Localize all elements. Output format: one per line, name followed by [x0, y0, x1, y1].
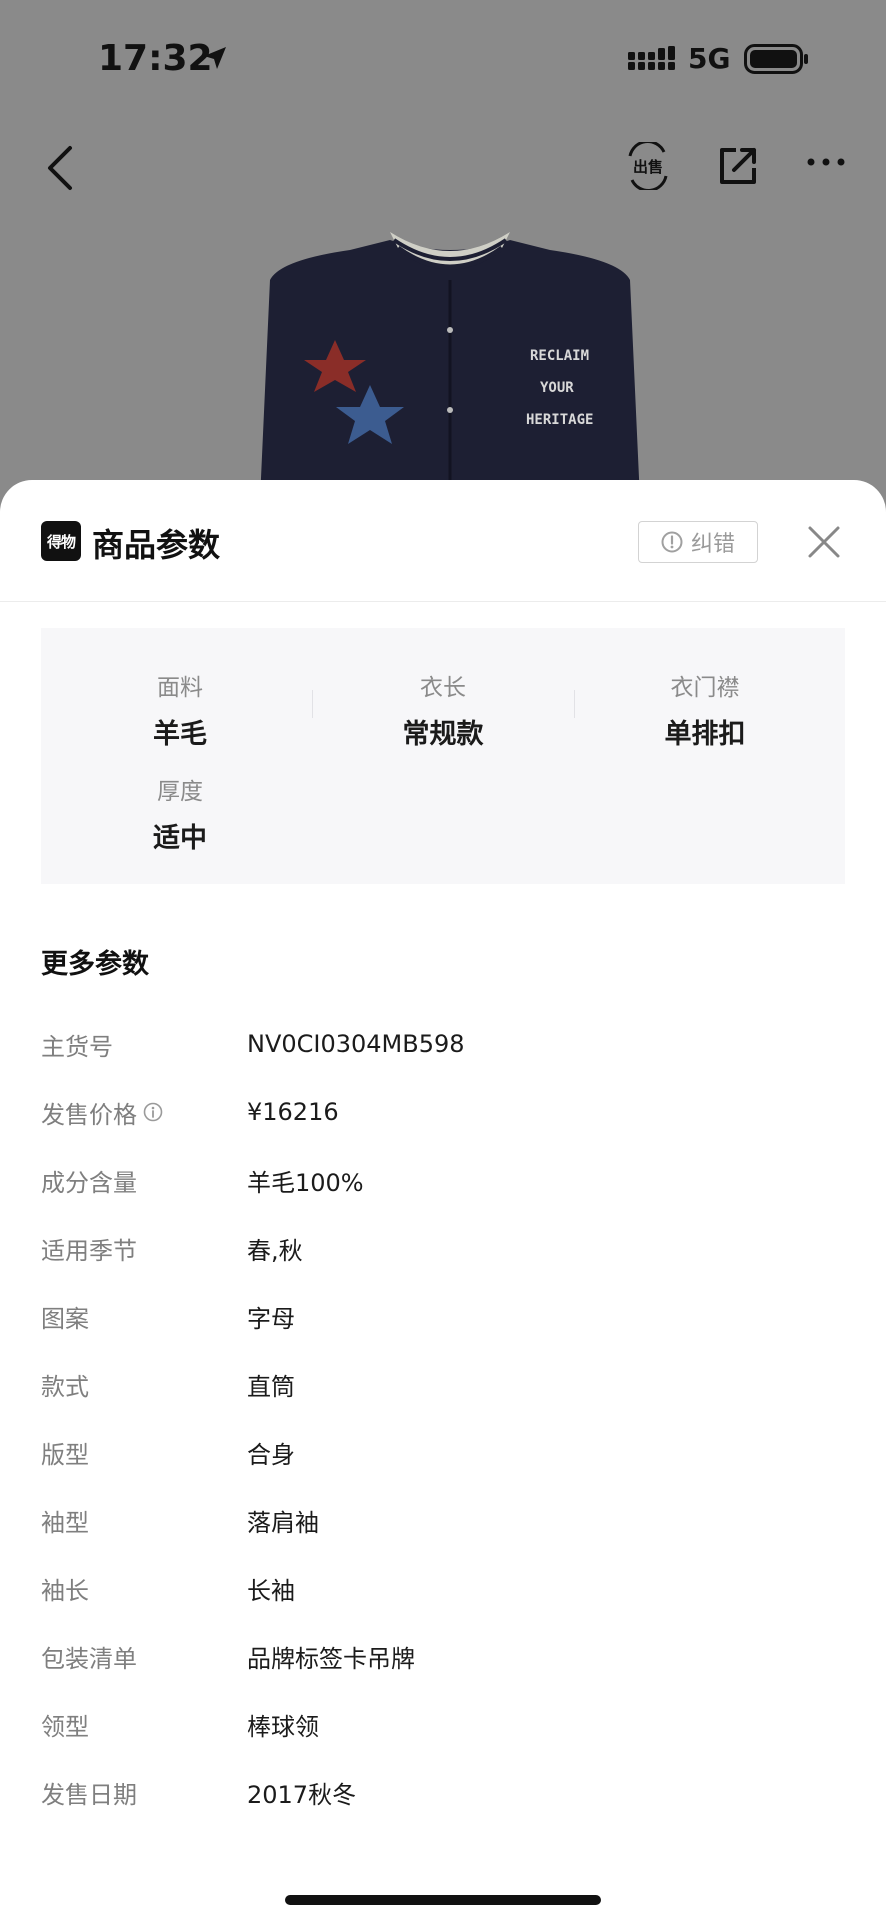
key-param-material: 面料 羊毛	[49, 668, 311, 751]
key-param-value: 常规款	[402, 719, 484, 750]
battery-icon	[744, 44, 808, 74]
sell-label: 出售	[633, 158, 663, 176]
brand-logo: 得物	[41, 521, 81, 561]
sheet-header: 得物 商品参数 纠错	[0, 480, 886, 602]
param-row: 袖长 长袖	[41, 1554, 845, 1622]
sheet-title: 商品参数	[92, 526, 221, 564]
more-params-title: 更多参数	[41, 949, 149, 980]
more-params-list: 主货号 NV0CI0304MB598 发售价格 ¥16216 成分含量 羊毛10…	[41, 1010, 845, 1826]
alert-circle-icon	[661, 531, 683, 553]
param-label: 适用季节	[41, 1236, 137, 1265]
param-label: 发售日期	[41, 1780, 137, 1809]
product-image: RECLAIM YOUR HERITAGE	[260, 232, 640, 500]
location-arrow-icon	[204, 47, 226, 69]
param-row: 袖型 落肩袖	[41, 1486, 845, 1554]
param-label: 成分含量	[41, 1168, 137, 1197]
param-label: 版型	[41, 1440, 89, 1469]
param-label: 领型	[41, 1712, 89, 1741]
param-value: 落肩袖	[247, 1508, 319, 1537]
top-navigation: 出售	[0, 130, 886, 210]
param-row: 主货号 NV0CI0304MB598	[41, 1010, 845, 1078]
home-indicator[interactable]	[285, 1895, 601, 1905]
patch-text-line-3: HERITAGE	[526, 412, 593, 428]
param-label: 主货号	[41, 1032, 113, 1061]
key-param-length: 衣长 常规款	[312, 668, 574, 751]
param-value: 品牌标签卡吊牌	[247, 1644, 415, 1673]
param-label: 包装清单	[41, 1644, 137, 1673]
param-value: ¥16216	[247, 1098, 339, 1126]
share-icon[interactable]	[716, 144, 760, 188]
param-label: 图案	[41, 1304, 89, 1333]
param-value: 羊毛100%	[247, 1168, 364, 1197]
report-error-label: 纠错	[690, 532, 735, 557]
key-param-value: 适中	[153, 823, 207, 854]
key-param-value: 单排扣	[664, 719, 746, 750]
patch-text-line-2: YOUR	[540, 380, 574, 396]
key-param-label: 厚度	[157, 779, 203, 805]
param-value: 直筒	[247, 1372, 295, 1401]
key-param-value: 羊毛	[153, 719, 207, 750]
param-row: 发售价格 ¥16216	[41, 1078, 845, 1146]
param-label: 发售价格	[41, 1100, 137, 1129]
param-row: 领型 棒球领	[41, 1690, 845, 1758]
sell-button[interactable]: 出售	[626, 140, 670, 192]
param-value: 春,秋	[247, 1236, 303, 1265]
param-value: 长袖	[247, 1576, 295, 1605]
param-value: 字母	[247, 1304, 295, 1333]
brand-logo-text: 得物	[46, 532, 76, 551]
param-row: 成分含量 羊毛100%	[41, 1146, 845, 1214]
param-label: 袖型	[41, 1508, 89, 1537]
param-row: 图案 字母	[41, 1282, 845, 1350]
param-value: 合身	[247, 1440, 295, 1469]
sell-exchange-icon: 出售	[628, 140, 668, 192]
param-row: 款式 直筒	[41, 1350, 845, 1418]
more-dots-icon[interactable]	[806, 156, 846, 168]
param-value: NV0CI0304MB598	[247, 1030, 465, 1058]
param-row: 发售日期 2017秋冬	[41, 1758, 845, 1826]
report-error-button[interactable]: 纠错	[638, 521, 758, 563]
status-bar: 17:32 5G	[0, 0, 886, 120]
param-row: 适用季节 春,秋	[41, 1214, 845, 1282]
key-param-placket: 衣门襟 单排扣	[574, 668, 836, 751]
info-icon[interactable]	[143, 1102, 163, 1122]
cellular-signal-icon	[628, 46, 675, 70]
param-row: 版型 合身	[41, 1418, 845, 1486]
param-label: 袖长	[41, 1576, 89, 1605]
network-type: 5G	[688, 42, 731, 75]
close-icon[interactable]	[806, 524, 842, 560]
param-label: 款式	[41, 1372, 89, 1401]
param-value: 2017秋冬	[247, 1780, 357, 1809]
product-params-sheet: 得物 商品参数 纠错 面料 羊毛 衣长 常规款 衣门襟 单排扣 厚度 适中 更多…	[0, 480, 886, 1920]
chevron-left-icon[interactable]	[40, 144, 80, 192]
param-row: 包装清单 品牌标签卡吊牌	[41, 1622, 845, 1690]
key-param-label: 面料	[157, 675, 203, 701]
param-value: 棒球领	[247, 1712, 319, 1741]
key-params-card: 面料 羊毛 衣长 常规款 衣门襟 单排扣 厚度 适中	[41, 628, 845, 884]
key-param-label: 衣门襟	[670, 675, 740, 701]
patch-text-line-1: RECLAIM	[530, 348, 589, 364]
key-param-label: 衣长	[420, 675, 466, 701]
status-time: 17:32	[98, 38, 213, 79]
key-param-thickness: 厚度 适中	[49, 772, 311, 855]
